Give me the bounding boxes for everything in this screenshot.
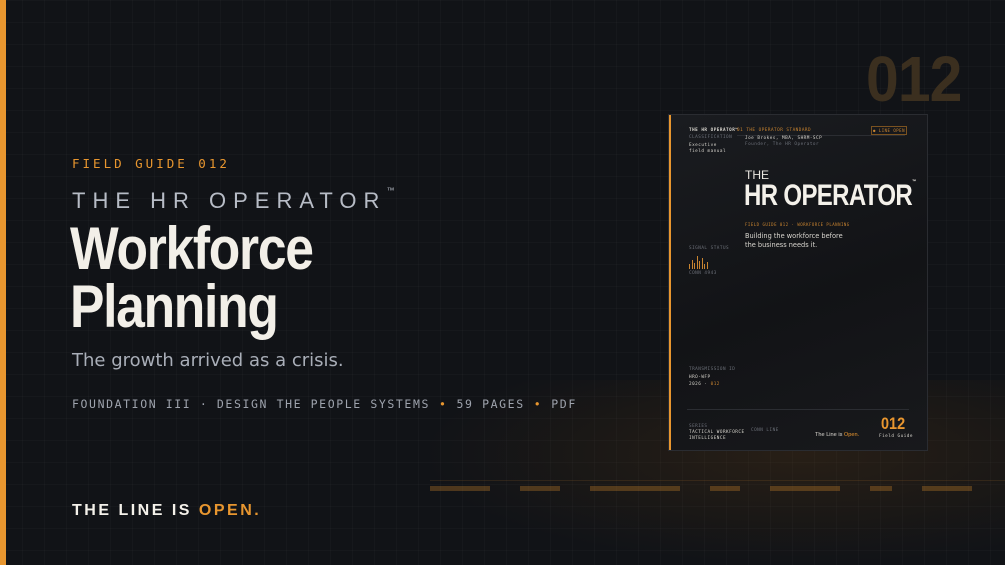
transmission-line-2: 2026 · 012 — [689, 382, 720, 387]
cover-guide-label: FIELD GUIDE 012 · WORKFORCE PLANNING — [745, 222, 850, 227]
transmission-line-1: HRO-WFP — [689, 375, 711, 380]
cover-series-line-1: TACTICAL WORKFORCE — [689, 430, 745, 435]
cover-title: HR OPERATOR™ — [744, 179, 916, 213]
trademark-mark: ™ — [386, 186, 395, 195]
ghost-guide-number: 012 — [866, 43, 962, 115]
transmission-number: 012 — [710, 382, 720, 387]
cover-description: Building the workforce before the busine… — [745, 232, 843, 249]
book-cover: THE HR OPERATOR™ CLASSIFICATION Executiv… — [668, 114, 928, 451]
cover-classification-label: CLASSIFICATION — [689, 135, 733, 140]
meta-foundation: FOUNDATION III · DESIGN THE PEOPLE SYSTE… — [72, 397, 430, 411]
cover-foot-tagline-highlight: Open. — [843, 432, 860, 438]
cover-foot-label: CONN LINE — [751, 428, 779, 433]
tagline: THE LINE IS OPEN. — [72, 502, 261, 520]
tagline-prefix: THE LINE IS — [72, 502, 199, 519]
left-accent-bar — [0, 0, 6, 565]
cover-guide-number-label: Field Guide — [879, 434, 913, 439]
cover-trademark: ™ — [912, 179, 916, 185]
cover-footer-divider — [687, 409, 909, 410]
meta-pages: 59 PAGES — [456, 397, 525, 411]
title-line-2: Planning — [70, 273, 279, 340]
line-open-badge: ● LINE OPEN — [871, 126, 907, 135]
meta-separator: • — [439, 397, 448, 411]
subtitle: The growth arrived as a crisis. — [72, 350, 344, 371]
transmission-label: TRANSMISSION ID — [689, 367, 736, 372]
cover-foot-tagline-prefix: The Line is — [815, 432, 844, 438]
signal-status-label: SIGNAL STATUS — [689, 246, 730, 251]
cover-classification-line-2: field manual — [689, 149, 727, 154]
cover-brand: THE HR OPERATOR™ — [689, 128, 739, 133]
cover-foot-tagline: The Line is Open. — [815, 432, 859, 438]
guide-meta: FOUNDATION III · DESIGN THE PEOPLE SYSTE… — [72, 397, 577, 411]
cover-classification-line-1: Executive — [689, 143, 717, 148]
cover-title-text: HR OPERATOR — [744, 179, 913, 212]
page-title: Workforce Planning — [70, 215, 345, 340]
cover-series-line-2: INTELLIGENCE — [689, 436, 727, 441]
meta-format: PDF — [551, 397, 577, 411]
signal-wave-icon — [689, 255, 709, 269]
cover-author: Joe Brokes, MBA, SHRM-SCP — [745, 136, 823, 141]
cover-standard-label: 01 THE OPERATOR STANDARD — [737, 128, 812, 133]
cover-series-label: SERIES — [689, 424, 708, 429]
transmission-year: 2026 · — [689, 382, 708, 387]
signal-status-value: CONN 4943 — [689, 271, 717, 276]
series-name: THE HR OPERATOR™ — [72, 186, 395, 214]
meta-separator: • — [533, 397, 543, 411]
cover-author-role: Founder, The HR Operator — [745, 142, 820, 147]
tagline-highlight: OPEN. — [198, 502, 262, 519]
series-name-text: THE HR OPERATOR — [72, 188, 387, 213]
title-line-1: Workforce — [70, 215, 314, 282]
cover-guide-number: 012 — [881, 414, 906, 433]
decorative-ticker — [430, 480, 1005, 494]
field-guide-kicker: FIELD GUIDE 012 — [72, 156, 230, 171]
cover-spine — [669, 115, 671, 450]
